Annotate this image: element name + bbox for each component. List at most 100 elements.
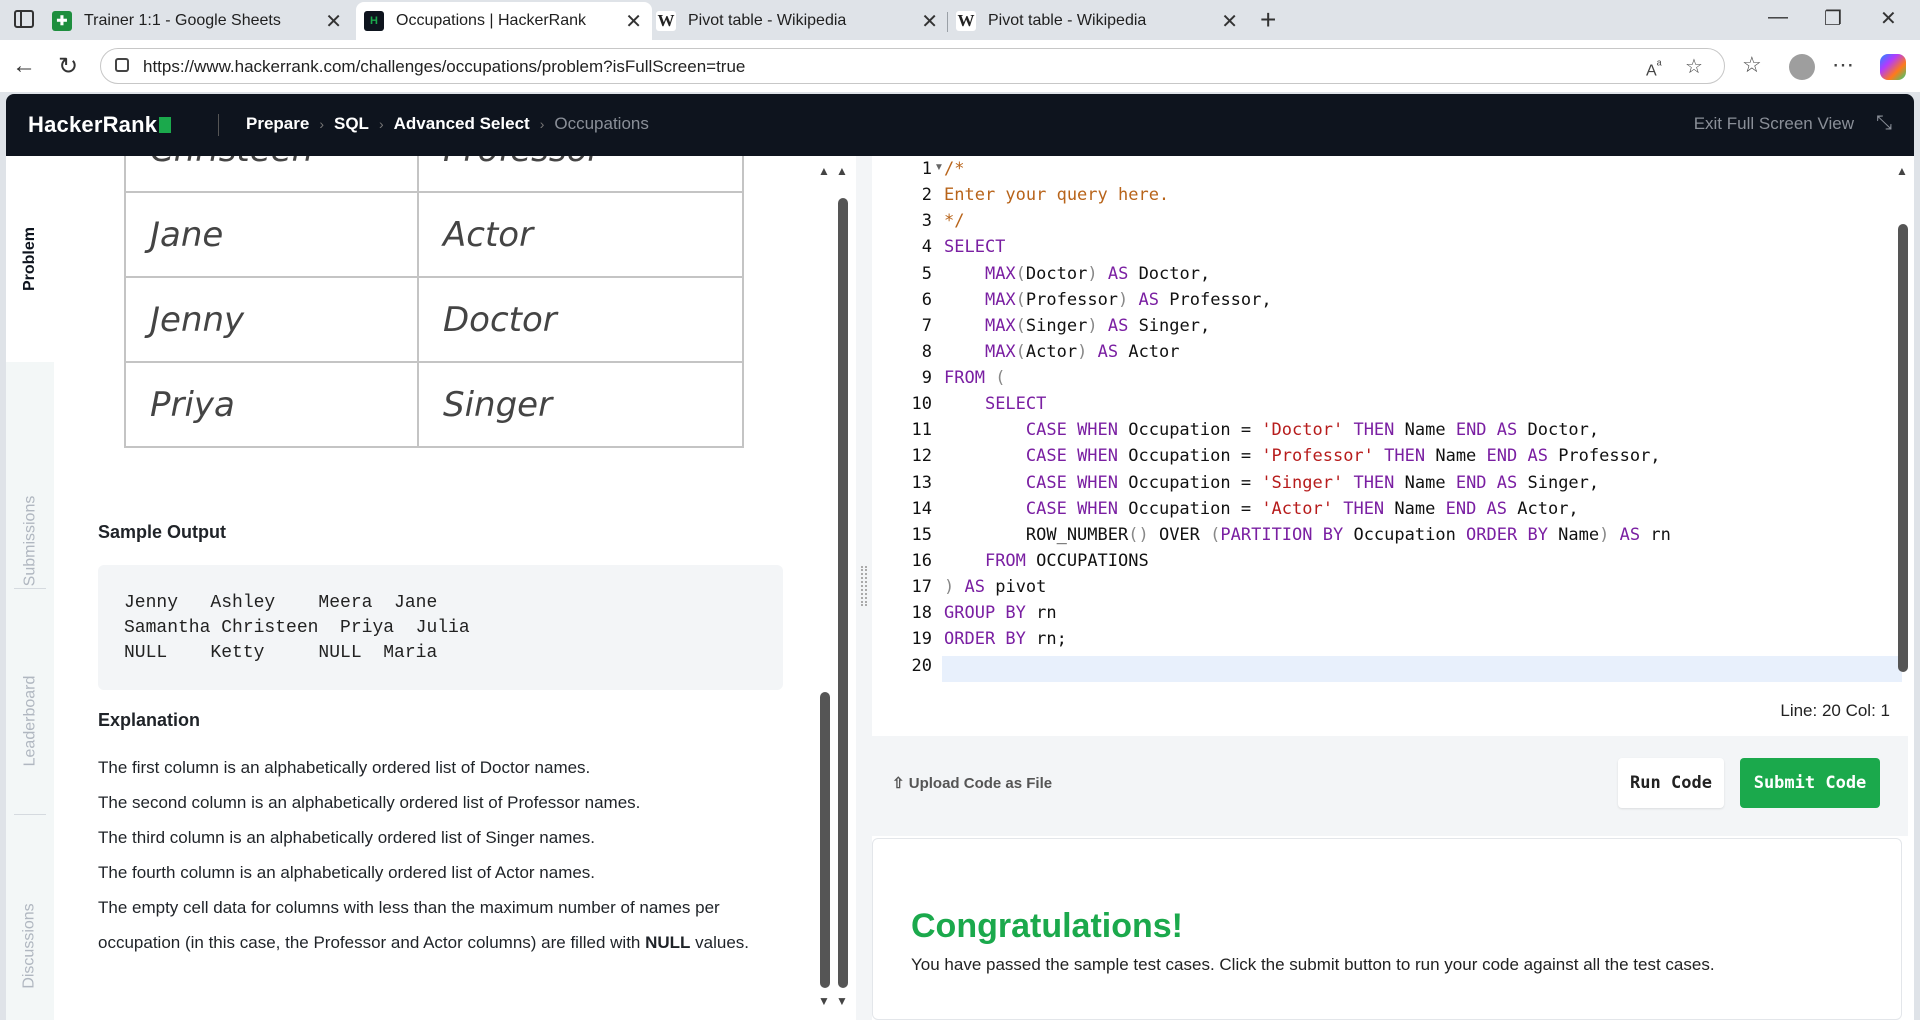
result-title: Congratulations! [911,907,1183,945]
line-number: 16 [911,551,932,571]
code-line: CASE WHEN Occupation = 'Actor' THEN Name… [1025,499,1579,519]
scroll-down-icon[interactable]: ▼ [818,994,830,1008]
code-line: MAX(Singer) AS Singer, [984,316,1211,336]
hackerrank-icon: H [364,11,384,31]
minimize-icon[interactable]: — [1768,6,1788,29]
table-cell: Jane [124,191,419,278]
cursor-position-status: Line: 20 Col: 1 [1780,701,1890,720]
table-cell: Singer [417,361,744,448]
code-line: SELECT [944,237,1006,257]
result-message: You have passed the sample test cases. C… [911,955,1715,974]
editor-scrollbar[interactable] [1898,224,1908,672]
problem-scrollbar[interactable] [838,198,848,988]
line-number: 9 [921,368,932,388]
sample-output-heading: Sample Output [98,522,227,542]
line-number: 4 [921,237,932,257]
browser-tab-wikipedia-2[interactable]: W Pivot table - Wikipedia ✕ [956,2,1248,40]
code-line: /* [944,159,965,179]
fold-arrow-icon[interactable]: ▼ [934,162,944,173]
null-keyword: NULL [645,933,691,952]
problem-scrollbar-thumb[interactable] [820,692,830,988]
explanation-line: occupation (in this case, the Professor … [98,933,749,953]
browser-tabstrip: ✚ Trainer 1:1 - Google Sheets ✕ H Occupa… [0,0,1920,40]
line-number: 10 [911,394,932,414]
line-number: 20 [911,656,932,676]
line-number: 17 [911,577,932,597]
restore-icon[interactable]: ❐ [1824,6,1842,31]
browser-tab-hackerrank[interactable]: H Occupations | HackerRank ✕ [356,2,652,40]
explanation-line: The empty cell data for columns with les… [98,898,720,917]
code-editor[interactable]: 1 2 3 4 5 6 7 8 9 10 11 12 13 14 15 16 1… [872,156,1908,736]
browser-tab-sheets[interactable]: ✚ Trainer 1:1 - Google Sheets ✕ [52,2,352,40]
favorite-star-icon[interactable]: ☆ [1685,54,1703,79]
problem-pane: Christeen Professor Jane Actor Jenny Doc… [54,156,824,1020]
tab-problem[interactable]: Problem [6,156,54,362]
tab-label: Leaderboard [21,675,38,767]
more-options-icon[interactable]: ⋯ [1832,52,1854,78]
code-line: MAX(Doctor) AS Doctor, [984,264,1211,284]
new-tab-button[interactable]: + [1260,4,1276,36]
header-divider [218,114,219,136]
resize-grip[interactable] [861,566,867,606]
code-line: */ [944,211,965,231]
tab-label: Submissions [21,495,39,587]
scroll-up-icon[interactable]: ▲ [836,164,848,178]
chevron-right-icon: › [319,116,324,132]
exit-full-screen-icon[interactable]: ⤡ [1876,112,1892,135]
upload-label: Upload Code as File [908,775,1053,792]
current-line-highlight [942,656,1902,682]
nav-divider [14,588,46,589]
explanation-heading: Explanation [98,710,201,730]
address-bar[interactable]: https://www.hackerrank.com/challenges/oc… [100,48,1725,84]
code-line: FROM ( [944,368,1006,388]
close-tab-icon[interactable]: ✕ [325,9,342,34]
explanation-line: The third column is an alphabetically or… [98,828,596,847]
copilot-icon[interactable] [1880,54,1906,80]
main-content: Problem Submissions Leaderboard Discussi… [6,156,1914,1020]
close-tab-icon[interactable]: ✕ [625,9,642,34]
profile-avatar[interactable] [1789,54,1815,80]
breadcrumb-sql[interactable]: SQL [334,114,369,134]
tab-title: Pivot table - Wikipedia [988,12,1147,29]
sample-input-table: Christeen Professor Jane Actor Jenny Doc… [124,156,744,448]
site-info-icon[interactable] [115,58,129,72]
browser-tab-wikipedia-1[interactable]: W Pivot table - Wikipedia ✕ [656,2,948,40]
code-line: Enter your query here. [944,185,1170,205]
pane-resizer[interactable] [856,156,872,1020]
breadcrumb-advanced-select[interactable]: Advanced Select [394,114,530,134]
back-icon[interactable]: ← [12,52,36,80]
line-number: 13 [911,473,932,493]
hackerrank-logo[interactable]: HackerRank [28,112,172,138]
close-tab-icon[interactable]: ✕ [921,9,938,34]
run-code-button[interactable]: Run Code [1618,758,1724,808]
tab-title: Pivot table - Wikipedia [688,12,847,29]
table-row: Christeen Professor [124,156,744,193]
close-window-icon[interactable]: ✕ [1880,6,1897,31]
code-line: CASE WHEN Occupation = 'Singer' THEN Nam… [1025,473,1600,493]
exit-full-screen-link[interactable]: Exit Full Screen View [1694,114,1854,134]
tab-discussions[interactable]: Discussions [6,903,54,988]
scroll-up-icon[interactable]: ▲ [818,164,830,178]
submit-code-button[interactable]: Submit Code [1740,758,1880,808]
tab-actions-icon[interactable] [14,10,34,28]
line-number: 12 [911,446,932,466]
scroll-down-icon[interactable]: ▼ [836,994,848,1008]
scroll-up-icon[interactable]: ▲ [1896,164,1908,178]
favorites-icon[interactable]: ☆ [1742,52,1762,78]
breadcrumb-prepare[interactable]: Prepare [246,114,309,134]
line-number: 15 [911,525,932,545]
table-cell: Actor [417,191,744,278]
breadcrumb: Prepare › SQL › Advanced Select › Occupa… [246,114,649,134]
line-number: 7 [921,316,932,336]
tab-submissions[interactable]: Submissions [6,496,54,587]
close-tab-icon[interactable]: ✕ [1221,9,1238,34]
url-text[interactable]: https://www.hackerrank.com/challenges/oc… [143,57,745,77]
tab-leaderboard[interactable]: Leaderboard [6,676,54,767]
reload-icon[interactable]: ↻ [58,52,78,81]
line-number: 5 [921,264,932,284]
nav-divider [14,814,46,815]
read-aloud-icon[interactable]: Aᵃ [1646,57,1662,80]
problem-side-nav: Problem Submissions Leaderboard Discussi… [6,156,54,1020]
upload-code-link[interactable]: ⇧ Upload Code as File [892,774,1052,792]
line-number: 8 [921,342,932,362]
